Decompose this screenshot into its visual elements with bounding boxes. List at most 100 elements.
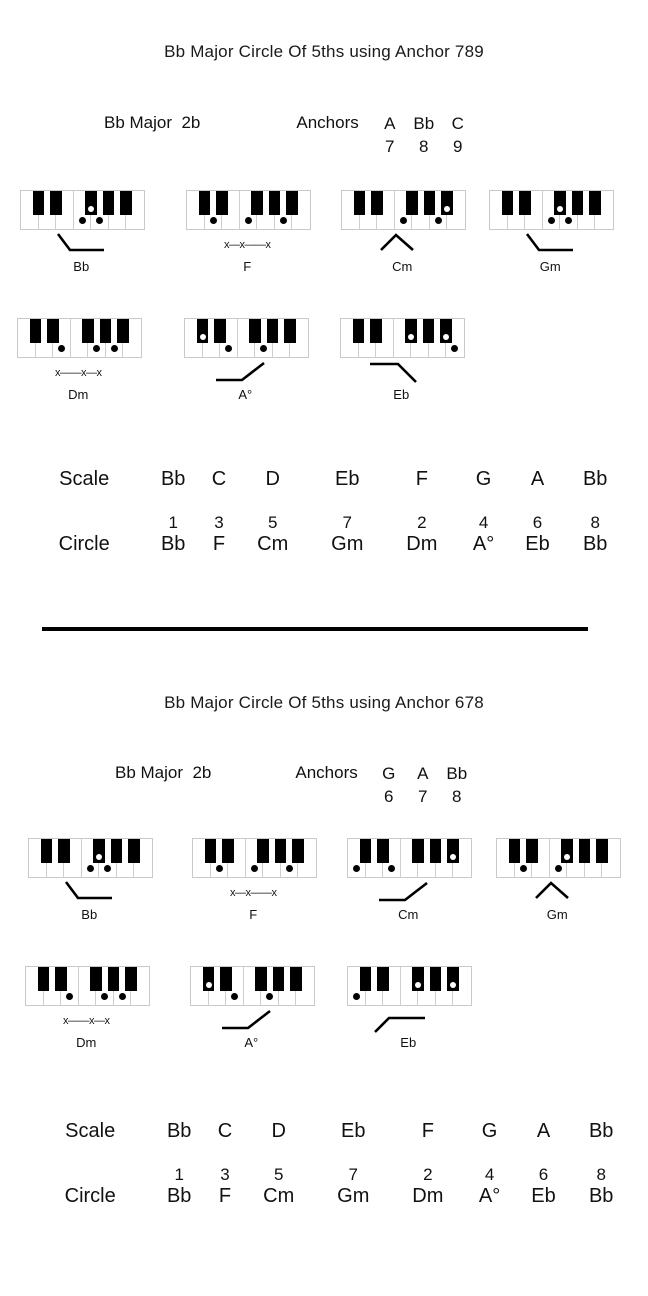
table-cell: 3: [220, 1165, 230, 1184]
black-key: [251, 191, 263, 215]
circle-row: Circle Bb F Cm Gm Dm A° Eb Bb: [24, 533, 624, 556]
chord-diagram: Bb: [28, 838, 156, 921]
contour-glyph-down-hook: [28, 878, 151, 908]
anchor-column-1-1: A 7: [373, 113, 407, 159]
table-cell: F: [212, 533, 226, 555]
table-cell: 1: [168, 513, 178, 532]
table-cell: Bb: [582, 468, 608, 490]
chord-diagram: Cm: [347, 838, 475, 921]
table-cell: D: [271, 1120, 286, 1142]
anchor-number: 7: [385, 136, 395, 156]
chord-diagram: x——x—x Dm: [25, 966, 153, 1049]
contour-glyph-fall: [340, 358, 463, 388]
chord-label: Eb: [400, 1035, 417, 1050]
black-key: [117, 319, 129, 343]
degree-row: 1 3 5 7 2 4 6 8: [24, 513, 624, 533]
table-cell: Gm: [337, 1185, 370, 1207]
black-key: [249, 319, 261, 343]
black-key: [596, 839, 608, 863]
chord-diagram: x—x——x F: [186, 190, 314, 273]
black-key: [82, 319, 94, 343]
row-label: [30, 1165, 150, 1185]
white-key-marker-dot: [554, 864, 562, 872]
black-key: [519, 191, 531, 215]
table-cell: 4: [484, 1165, 495, 1184]
piano-keyboard: [17, 318, 142, 358]
black-key: [37, 967, 50, 991]
black-key-marker-dot: [199, 334, 206, 341]
anchors-label-2: Anchors: [295, 763, 358, 782]
black-key: [32, 191, 45, 215]
white-key-marker-dot: [279, 216, 287, 224]
black-key: [589, 191, 601, 215]
black-key: [90, 967, 102, 991]
black-key: [99, 319, 112, 343]
table-cell: D: [265, 468, 280, 490]
anchors-group-2: Anchors G 6 A 7 Bb 8: [295, 763, 473, 809]
key-label-2: Bb Major 2b: [115, 763, 212, 782]
contour-glyph-down-hook: [489, 230, 612, 260]
black-key: [255, 967, 267, 991]
anchor-note: Bb: [413, 114, 435, 133]
black-key: [266, 319, 279, 343]
table-cell: Cm: [263, 1185, 295, 1207]
black-key: [526, 839, 538, 863]
contour-glyph-x-line: x—x——x: [230, 887, 277, 899]
table-cell: 2: [417, 513, 427, 532]
chord-diagram: Eb: [340, 318, 468, 401]
table-cell: 4: [478, 513, 489, 532]
black-key: [220, 967, 232, 991]
black-key: [352, 319, 365, 343]
anchor-column-1-2: Bb 8: [407, 113, 441, 159]
black-key: [377, 967, 389, 991]
chord-diagram: Bb: [20, 190, 148, 273]
black-key: [40, 839, 53, 863]
table-cell: 7: [342, 513, 352, 532]
black-key: [128, 839, 140, 863]
black-key: [272, 967, 285, 991]
piano-keyboard: [347, 966, 472, 1006]
black-key: [429, 839, 442, 863]
black-key: [508, 839, 521, 863]
piano-keyboard: [186, 190, 311, 230]
chord-diagram: x—x——x F: [192, 838, 320, 921]
table-cell: 8: [596, 1165, 606, 1184]
black-key: [423, 191, 436, 215]
white-key-marker-dot: [547, 216, 555, 224]
table-cell: Bb: [588, 1120, 614, 1142]
chord-label: Gm: [539, 259, 561, 274]
table-cell: 6: [532, 513, 543, 532]
black-key: [29, 319, 42, 343]
piano-keyboard: [184, 318, 309, 358]
white-key-marker-dot: [250, 864, 258, 872]
black-key: [58, 839, 70, 863]
anchor-column-2-3: Bb 8: [440, 763, 474, 809]
chord-label: Bb: [73, 259, 90, 274]
black-key: [412, 839, 424, 863]
anchor-column-2-2: A 7: [406, 763, 440, 809]
table-cell: Bb: [160, 533, 186, 555]
spacer-cell: [30, 1143, 630, 1165]
table-cell: Bb: [160, 468, 186, 490]
table-cell: G: [475, 468, 492, 490]
anchor-note: A: [384, 114, 396, 133]
table-cell: Bb: [166, 1120, 192, 1142]
white-key-marker-dot: [215, 864, 223, 872]
black-key: [578, 839, 591, 863]
contour-glyph-x-line: x——x—x: [55, 367, 102, 379]
white-key-marker-dot: [118, 992, 126, 1000]
black-key: [55, 967, 67, 991]
black-key: [50, 191, 62, 215]
piano-keyboard: [20, 190, 145, 230]
contour-glyph-caret: [496, 878, 619, 908]
black-key-marker-dot: [205, 982, 212, 989]
chord-label: Cm: [392, 259, 413, 274]
piano-keyboard: [347, 838, 472, 878]
black-key: [204, 839, 217, 863]
anchor-number: 6: [384, 786, 394, 806]
black-key: [370, 319, 382, 343]
black-key: [222, 839, 234, 863]
black-key: [102, 191, 115, 215]
black-key: [371, 191, 383, 215]
black-key: [286, 191, 298, 215]
